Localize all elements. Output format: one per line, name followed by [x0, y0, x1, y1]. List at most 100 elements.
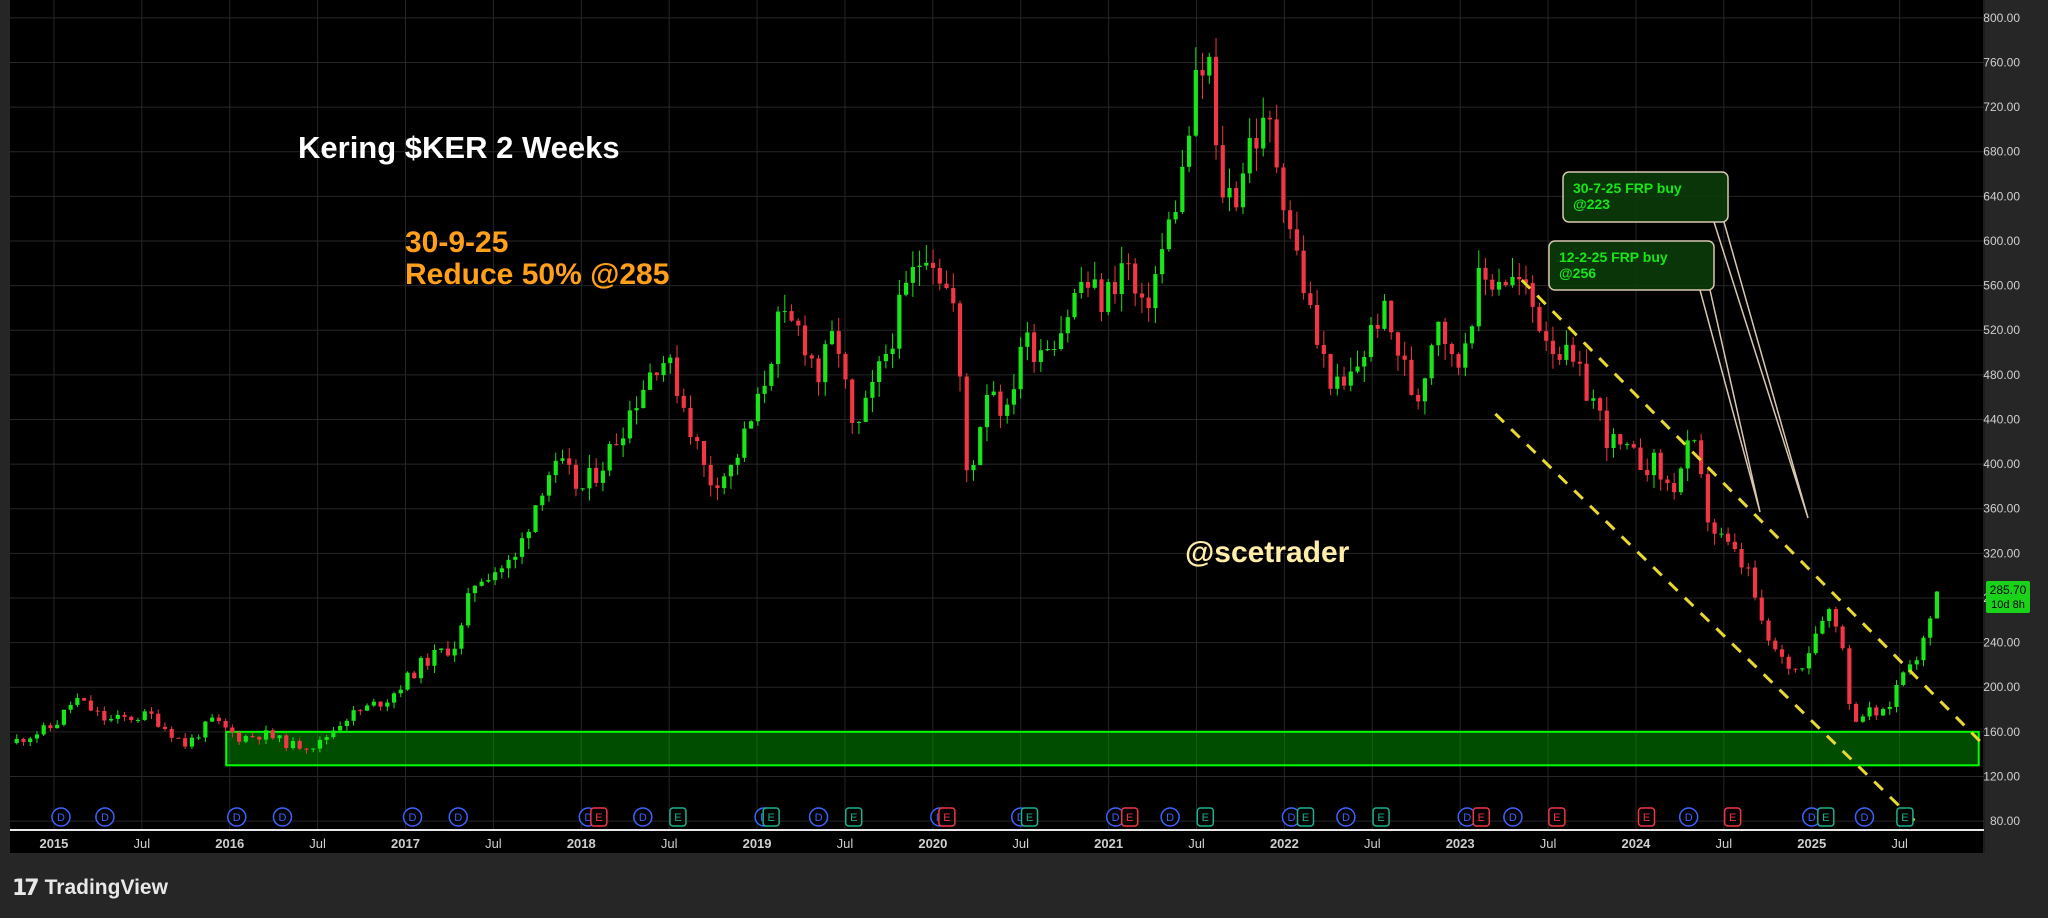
candle-up[interactable]	[1800, 668, 1805, 670]
candle-down[interactable]	[1389, 300, 1394, 333]
candle-up[interactable]	[1860, 716, 1865, 722]
candle-down[interactable]	[1645, 469, 1650, 476]
candle-down[interactable]	[445, 648, 451, 656]
candle-up[interactable]	[755, 393, 760, 422]
candle-down[interactable]	[688, 407, 693, 438]
candle-up[interactable]	[1045, 349, 1050, 351]
candle-up[interactable]	[479, 581, 484, 586]
candle-up[interactable]	[1914, 660, 1919, 665]
candle-down[interactable]	[1294, 229, 1299, 251]
candle-up[interactable]	[526, 531, 531, 539]
candle-up[interactable]	[728, 464, 734, 477]
candle-down[interactable]	[796, 320, 801, 326]
candle-down[interactable]	[95, 710, 100, 712]
candle-down[interactable]	[1786, 656, 1791, 669]
candle-down[interactable]	[1483, 267, 1488, 280]
candle-down[interactable]	[937, 267, 942, 284]
candle-down[interactable]	[1584, 363, 1589, 401]
candle-up[interactable]	[762, 385, 767, 394]
candle-up[interactable]	[506, 559, 511, 569]
candle-up[interactable]	[971, 465, 976, 471]
candle-up[interactable]	[14, 738, 19, 743]
candle-down[interactable]	[1126, 263, 1131, 265]
candle-down[interactable]	[1752, 567, 1758, 598]
candle-up[interactable]	[1153, 274, 1158, 309]
candle-up[interactable]	[28, 738, 33, 742]
candle-up[interactable]	[917, 265, 922, 268]
candle-up[interactable]	[277, 735, 282, 739]
candle-down[interactable]	[573, 464, 579, 489]
candle-up[interactable]	[984, 395, 990, 428]
candle-down[interactable]	[998, 391, 1003, 416]
candle-down[interactable]	[1402, 355, 1407, 360]
candle-up[interactable]	[1921, 637, 1926, 661]
candle-up[interactable]	[1611, 434, 1616, 448]
candle-up[interactable]	[1429, 345, 1434, 379]
candle-up[interactable]	[1867, 707, 1872, 717]
candle-down[interactable]	[250, 736, 255, 738]
candle-up[interactable]	[553, 460, 558, 476]
candle-up[interactable]	[1186, 135, 1192, 167]
candle-down[interactable]	[1503, 281, 1508, 286]
candle-up[interactable]	[1827, 609, 1832, 621]
candle-up[interactable]	[486, 580, 491, 582]
candle-down[interactable]	[1308, 293, 1313, 305]
candle-up[interactable]	[1685, 440, 1690, 469]
candle-down[interactable]	[1288, 210, 1293, 230]
candle-up[interactable]	[1160, 249, 1165, 275]
candle-down[interactable]	[701, 441, 707, 465]
candle-down[interactable]	[1146, 297, 1151, 309]
candle-up[interactable]	[533, 505, 538, 532]
candle-down[interactable]	[297, 740, 302, 749]
candle-up[interactable]	[647, 372, 653, 390]
candle-up[interactable]	[856, 421, 862, 423]
candle-down[interactable]	[1665, 479, 1670, 484]
candle-down[interactable]	[1759, 597, 1764, 621]
candle-up[interactable]	[351, 710, 356, 721]
candle-down[interactable]	[1321, 344, 1326, 354]
candle-down[interactable]	[257, 736, 262, 740]
candle-down[interactable]	[1577, 361, 1582, 364]
candle-up[interactable]	[782, 311, 787, 313]
candle-up[interactable]	[1692, 440, 1697, 442]
candle-down[interactable]	[1200, 70, 1205, 76]
candle-down[interactable]	[1449, 343, 1454, 355]
candle-down[interactable]	[1328, 353, 1333, 389]
candle-up[interactable]	[863, 397, 868, 422]
candle-down[interactable]	[1315, 304, 1320, 345]
candle-down[interactable]	[715, 485, 720, 489]
candle-down[interactable]	[1274, 119, 1279, 168]
candle-down[interactable]	[122, 714, 127, 717]
candle-down[interactable]	[1773, 640, 1778, 650]
candle-up[interactable]	[1928, 618, 1933, 638]
candle-up[interactable]	[1382, 300, 1387, 329]
candle-up[interactable]	[55, 724, 60, 729]
candle-up[interactable]	[1901, 672, 1906, 685]
candle-down[interactable]	[836, 331, 841, 354]
candle-down[interactable]	[614, 444, 619, 446]
candle-up[interactable]	[749, 421, 754, 429]
candle-up[interactable]	[1362, 356, 1367, 367]
candle-up[interactable]	[775, 311, 781, 365]
candle-up[interactable]	[371, 701, 376, 706]
candle-up[interactable]	[1247, 138, 1252, 174]
candle-down[interactable]	[1732, 541, 1737, 550]
candle-down[interactable]	[1638, 447, 1643, 470]
candle-down[interactable]	[358, 710, 363, 712]
candle-up[interactable]	[344, 720, 349, 727]
candle-down[interactable]	[1032, 332, 1037, 363]
candle-up[interactable]	[452, 648, 457, 656]
candle-up[interactable]	[742, 428, 747, 458]
candle-up[interactable]	[910, 267, 915, 283]
candle-up[interactable]	[661, 363, 666, 376]
candle-up[interactable]	[1018, 346, 1023, 390]
candle-down[interactable]	[1490, 279, 1495, 290]
candle-down[interactable]	[708, 464, 713, 486]
support-zone[interactable]	[225, 730, 1980, 767]
candle-down[interactable]	[1409, 359, 1414, 395]
candle-down[interactable]	[102, 710, 107, 721]
candle-up[interactable]	[142, 711, 147, 720]
candle-down[interactable]	[129, 716, 134, 721]
candle-up[interactable]	[1355, 366, 1360, 372]
candle-down[interactable]	[284, 735, 289, 748]
